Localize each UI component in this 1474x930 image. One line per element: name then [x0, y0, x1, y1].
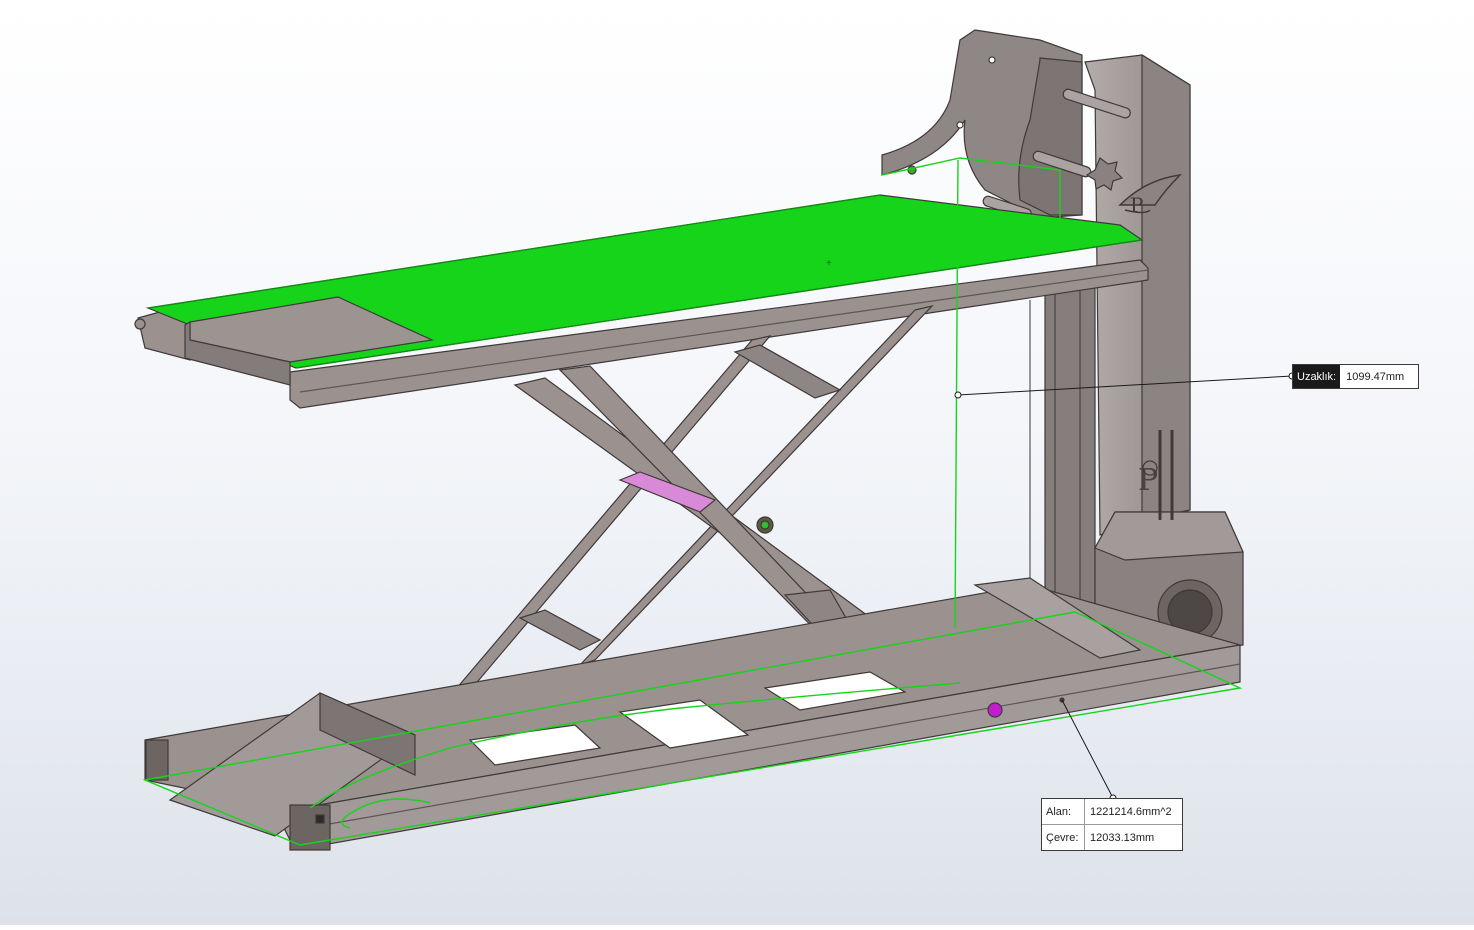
distance-measurement-callout[interactable]: Uzaklık: 1099.47mm — [1292, 364, 1420, 389]
lift-platform[interactable]: + — [134, 194, 1149, 409]
perimeter-label: Çevre: — [1042, 825, 1085, 850]
perimeter-value: 12033.13mm — [1090, 831, 1155, 844]
perimeter-row: Çevre: 12033.13mm — [1042, 824, 1182, 850]
area-label: Alan: — [1042, 799, 1085, 824]
area-row: Alan: 1221214.6mm^2 — [1042, 799, 1182, 824]
brand-logo-icon: P — [1138, 463, 1158, 498]
scissor-lift-model[interactable]: P P + — [0, 0, 1474, 925]
area-measurement-callout[interactable]: Alan: 1221214.6mm^2 Çevre: 12033.13mm — [1041, 798, 1183, 851]
area-value: 1221214.6mm^2 — [1090, 805, 1172, 818]
distance-value: 1099.47mm — [1346, 370, 1405, 383]
cad-viewport[interactable]: P P + — [0, 0, 1474, 925]
distance-label: Uzaklık: — [1293, 365, 1341, 388]
svg-text:P: P — [1130, 193, 1143, 217]
svg-text:+: + — [826, 258, 832, 269]
